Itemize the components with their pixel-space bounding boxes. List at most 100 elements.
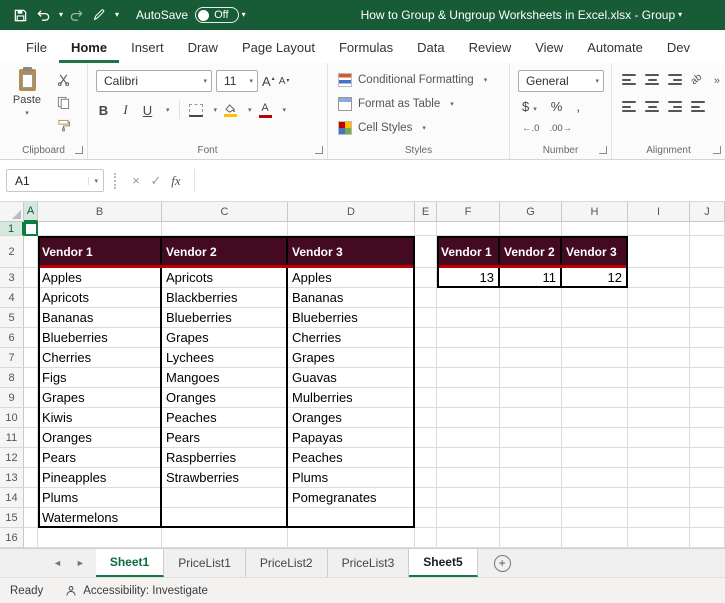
cell-G1[interactable]: [500, 222, 562, 236]
cell-E5[interactable]: [415, 308, 437, 328]
cell-I6[interactable]: [628, 328, 690, 348]
underline-dropdown-icon[interactable]: ▾: [166, 107, 170, 114]
cell-H13[interactable]: [562, 468, 628, 488]
cell-D14[interactable]: Pomegranates: [288, 488, 415, 508]
cell-D6[interactable]: Cherries: [288, 328, 415, 348]
align-right-button[interactable]: [668, 101, 682, 112]
cell-A1[interactable]: [24, 222, 38, 236]
bold-button[interactable]: B: [96, 100, 111, 120]
cell-F14[interactable]: [437, 488, 500, 508]
pen-dropdown-icon[interactable]: ▾: [115, 11, 119, 19]
cell-H6[interactable]: [562, 328, 628, 348]
cell-H1[interactable]: [562, 222, 628, 236]
cell-G6[interactable]: [500, 328, 562, 348]
cell-F12[interactable]: [437, 448, 500, 468]
cell-G7[interactable]: [500, 348, 562, 368]
select-all-corner[interactable]: [0, 202, 24, 222]
cell-J3[interactable]: [690, 268, 725, 288]
number-format-select[interactable]: General ▾: [518, 70, 604, 92]
cell-I1[interactable]: [628, 222, 690, 236]
cell-J16[interactable]: [690, 528, 725, 548]
cell-styles-button[interactable]: Cell Styles ▾: [338, 121, 426, 135]
cell-H2[interactable]: Vendor 3: [562, 236, 628, 268]
font-family-select[interactable]: Calibri ▾: [96, 70, 212, 92]
comma-style-button[interactable]: ,: [576, 99, 580, 114]
orientation-button[interactable]: ab: [689, 72, 705, 88]
cell-E8[interactable]: [415, 368, 437, 388]
cell-E11[interactable]: [415, 428, 437, 448]
cell-C16[interactable]: [162, 528, 288, 548]
cell-I11[interactable]: [628, 428, 690, 448]
cell-F5[interactable]: [437, 308, 500, 328]
cell-A8[interactable]: [24, 368, 38, 388]
cell-J13[interactable]: [690, 468, 725, 488]
italic-button[interactable]: I: [118, 100, 133, 120]
cell-J4[interactable]: [690, 288, 725, 308]
cell-J5[interactable]: [690, 308, 725, 328]
paste-button[interactable]: Paste ▾: [7, 67, 47, 139]
cell-H8[interactable]: [562, 368, 628, 388]
cell-J1[interactable]: [690, 222, 725, 236]
cell-J10[interactable]: [690, 408, 725, 428]
column-header-B[interactable]: B: [38, 202, 162, 222]
row-header-8[interactable]: 8: [0, 368, 24, 388]
cell-D4[interactable]: Bananas: [288, 288, 415, 308]
column-header-D[interactable]: D: [288, 202, 415, 222]
column-header-J[interactable]: J: [690, 202, 725, 222]
cell-J8[interactable]: [690, 368, 725, 388]
cell-C11[interactable]: Pears: [162, 428, 288, 448]
cell-H4[interactable]: [562, 288, 628, 308]
undo-icon[interactable]: [33, 4, 53, 26]
ribbon-tab-page-layout[interactable]: Page Layout: [230, 33, 327, 63]
cell-A4[interactable]: [24, 288, 38, 308]
cell-F9[interactable]: [437, 388, 500, 408]
formula-input[interactable]: [194, 169, 725, 192]
name-box[interactable]: A1 ▾: [6, 169, 104, 192]
row-header-12[interactable]: 12: [0, 448, 24, 468]
cell-G5[interactable]: [500, 308, 562, 328]
cell-B9[interactable]: Grapes: [38, 388, 162, 408]
alignment-dialog-launcher-icon[interactable]: [713, 146, 721, 154]
percent-style-button[interactable]: %: [551, 99, 563, 114]
cell-C4[interactable]: Blackberries: [162, 288, 288, 308]
cell-A2[interactable]: [24, 236, 38, 268]
more-options-icon[interactable]: »: [714, 75, 720, 87]
copy-icon[interactable]: [54, 95, 72, 110]
cell-G9[interactable]: [500, 388, 562, 408]
cell-A15[interactable]: [24, 508, 38, 528]
cell-F2[interactable]: Vendor 1: [437, 236, 500, 268]
cell-D1[interactable]: [288, 222, 415, 236]
sheet-tab-sheet5[interactable]: Sheet5: [409, 549, 478, 577]
decrease-decimal-button[interactable]: .00→: [549, 123, 572, 134]
title-dropdown-icon[interactable]: ▾: [678, 11, 682, 19]
cell-C5[interactable]: Blueberries: [162, 308, 288, 328]
cell-E3[interactable]: [415, 268, 437, 288]
cell-B6[interactable]: Blueberries: [38, 328, 162, 348]
accessibility-status[interactable]: Accessibility: Investigate: [65, 585, 208, 597]
cell-C12[interactable]: Raspberries: [162, 448, 288, 468]
cell-E2[interactable]: [415, 236, 437, 268]
cell-J2[interactable]: [690, 236, 725, 268]
decrease-font-button[interactable]: A ▾: [279, 76, 290, 87]
cell-D8[interactable]: Guavas: [288, 368, 415, 388]
cell-F11[interactable]: [437, 428, 500, 448]
cell-A14[interactable]: [24, 488, 38, 508]
cell-I2[interactable]: [628, 236, 690, 268]
cell-I8[interactable]: [628, 368, 690, 388]
borders-button[interactable]: [188, 103, 203, 117]
cell-J9[interactable]: [690, 388, 725, 408]
font-color-button[interactable]: A: [258, 102, 272, 118]
sheet-nav-left-icon[interactable]: ◄: [46, 549, 69, 577]
cancel-icon[interactable]: ×: [126, 173, 146, 188]
font-size-select[interactable]: 11 ▾: [216, 70, 258, 92]
cell-B5[interactable]: Bananas: [38, 308, 162, 328]
cell-F13[interactable]: [437, 468, 500, 488]
cell-A6[interactable]: [24, 328, 38, 348]
cell-A12[interactable]: [24, 448, 38, 468]
cell-I3[interactable]: [628, 268, 690, 288]
align-center-button[interactable]: [645, 101, 659, 112]
undo-dropdown-icon[interactable]: ▾: [59, 11, 63, 19]
cell-A13[interactable]: [24, 468, 38, 488]
cell-I5[interactable]: [628, 308, 690, 328]
cell-B4[interactable]: Apricots: [38, 288, 162, 308]
